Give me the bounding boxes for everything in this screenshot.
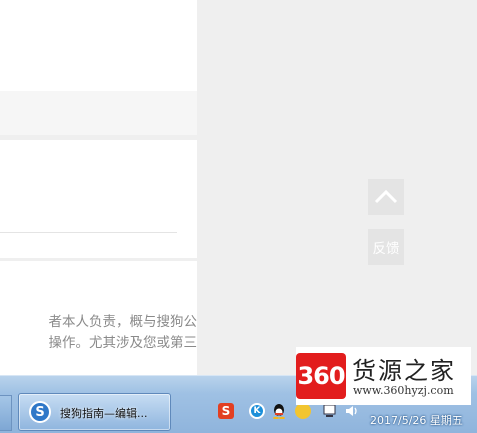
sogou-browser-icon: S	[29, 401, 51, 423]
section-divider-strip	[0, 91, 197, 135]
logo-site-name: 货源之家	[352, 357, 456, 385]
feedback-button[interactable]: 反馈	[368, 229, 404, 265]
disclaimer-line-1: 者本人负责，概与搜狗公	[48, 314, 198, 330]
taskbar-edge-button[interactable]	[0, 395, 12, 431]
security-icon[interactable]	[295, 403, 311, 419]
content-card-top	[0, 0, 197, 91]
logo-site-url: www.360hyzj.com	[353, 384, 454, 397]
site-watermark-logo: 360 货源之家 www.360hyzj.com	[296, 347, 471, 405]
sogou-input-icon[interactable]: S	[218, 403, 234, 419]
taskbar-window-button[interactable]: S 搜狗指南—编辑...	[18, 393, 171, 431]
disclaimer-card: 者本人负责，概与搜狗公 操作。尤其涉及您或第三	[0, 261, 197, 375]
network-flag-icon[interactable]	[322, 403, 338, 419]
taskbar-window-label: 搜狗指南—编辑...	[60, 407, 148, 420]
content-card-middle	[0, 140, 197, 258]
taskbar-clock[interactable]: 2017/5/26 星期五	[370, 412, 463, 428]
back-to-top-button[interactable]	[368, 179, 404, 215]
chevron-up-icon	[374, 189, 398, 204]
logo-badge-360: 360	[296, 353, 346, 399]
k-icon[interactable]: K	[249, 403, 265, 419]
horizontal-rule	[0, 232, 177, 233]
qq-icon[interactable]	[271, 403, 287, 420]
volume-icon[interactable]	[344, 403, 360, 419]
disclaimer-line-2: 操作。尤其涉及您或第三	[48, 335, 198, 351]
